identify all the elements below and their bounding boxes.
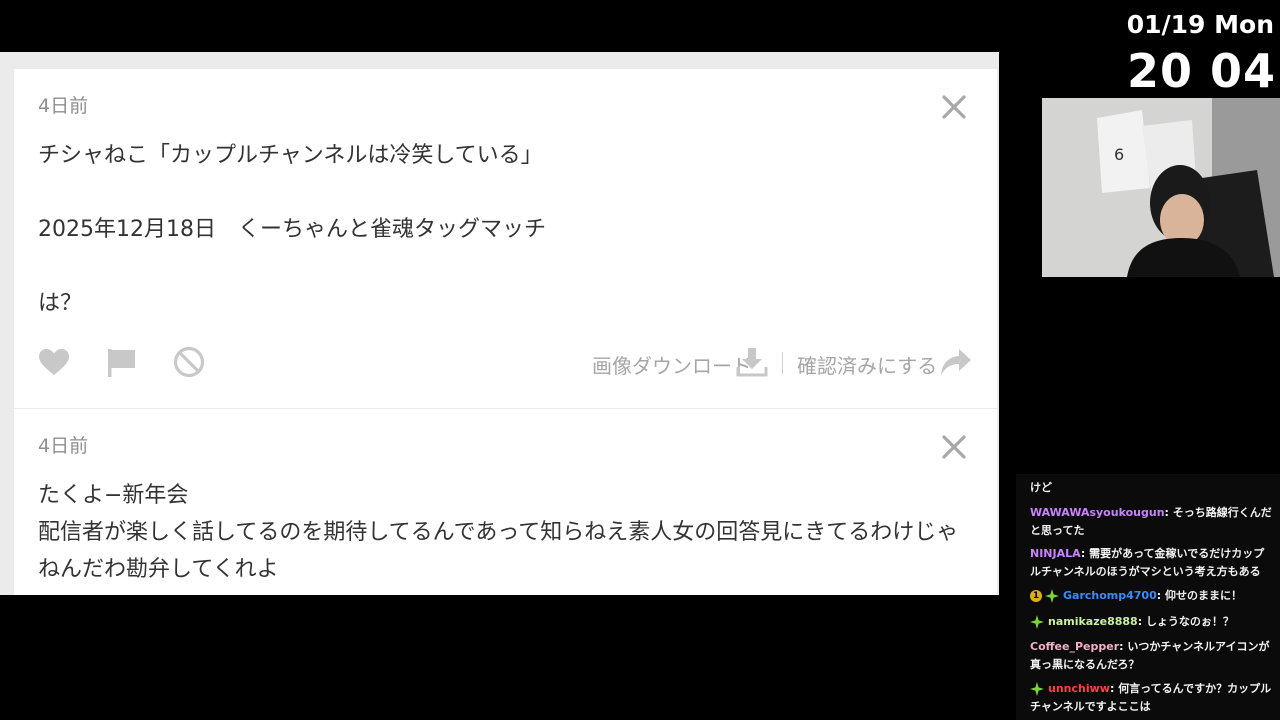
question-panel: 4日前 チシャねこ「カップルチャンネルは冷笑している」 2025年12月18日 … <box>0 52 999 595</box>
download-icon[interactable] <box>736 347 768 377</box>
chat-message-text: しょうなのぉ！？ <box>1145 615 1234 628</box>
question-timestamp: 4日前 <box>38 435 89 457</box>
flag-icon[interactable] <box>107 348 137 378</box>
sparkle-badge-icon <box>1045 589 1059 603</box>
question-body: チシャねこ「カップルチャンネルは冷笑している」 2025年12月18日 くーちゃ… <box>38 143 546 316</box>
chat-username[interactable]: unnchiww <box>1048 682 1110 695</box>
block-icon[interactable] <box>173 346 205 378</box>
chat-message: unnchiww: 何言ってるんですか？カップルチャンネルですよここは <box>1030 682 1272 713</box>
chat-username[interactable]: namikaze8888 <box>1048 615 1138 628</box>
chat-message-text: 仰せのままに！ <box>1164 589 1242 602</box>
svg-text:6: 6 <box>1114 145 1124 164</box>
chat-username[interactable]: Garchomp4700 <box>1063 589 1157 602</box>
subscriber-badge-icon: 1 <box>1030 590 1042 602</box>
question-card: 4日前 たくよ−新年会 配信者が楽しく話してるのを期待してるんであって知らねえ素… <box>14 409 997 595</box>
chat-message: namikaze8888: しょうなのぉ！？ <box>1030 613 1272 631</box>
chat-panel: けど WAWAWAsyoukougun: そっち路線行くんだと思ってた NINJ… <box>1016 474 1280 720</box>
chat-username[interactable]: WAWAWAsyoukougun <box>1030 506 1165 519</box>
mark-checked-button[interactable]: 確認済みにする <box>797 350 937 379</box>
image-download-button[interactable]: 画像ダウンロード <box>592 350 752 379</box>
chat-message: WAWAWAsyoukougun: そっち路線行くんだと思ってた <box>1030 506 1272 537</box>
webcam-feed: 6 <box>1042 98 1280 277</box>
chat-username[interactable]: Coffee_Pepper <box>1030 640 1119 653</box>
sparkle-badge-icon <box>1030 682 1044 696</box>
share-arrow-icon[interactable] <box>940 348 972 376</box>
sparkle-badge-icon <box>1030 615 1044 629</box>
clock-date: 01/19 Mon <box>1126 10 1274 39</box>
close-icon[interactable] <box>941 434 967 460</box>
chat-username[interactable]: NINJALA <box>1030 547 1081 560</box>
close-icon[interactable] <box>941 94 967 120</box>
question-timestamp: 4日前 <box>38 95 89 117</box>
chat-message-text: けど <box>1030 481 1052 494</box>
chat-message: Coffee_Pepper: いつかチャンネルアイコンが真っ黒になるんだろ？ <box>1030 640 1270 671</box>
chat-message: 1 Garchomp4700: 仰せのままに！ <box>1030 587 1272 605</box>
question-card: 4日前 チシャねこ「カップルチャンネルは冷笑している」 2025年12月18日 … <box>14 69 997 408</box>
clock-time: 20 04 <box>1126 44 1276 98</box>
action-divider <box>782 352 783 374</box>
chat-message: けど <box>1030 479 1272 497</box>
chat-message: NINJALA: 需要があって金稼いでるだけカップルチャンネルのほうがマシという… <box>1030 547 1265 578</box>
question-body: たくよ−新年会 配信者が楽しく話してるのを期待してるんであって知らねえ素人女の回… <box>38 483 959 582</box>
heart-icon[interactable] <box>38 348 70 376</box>
